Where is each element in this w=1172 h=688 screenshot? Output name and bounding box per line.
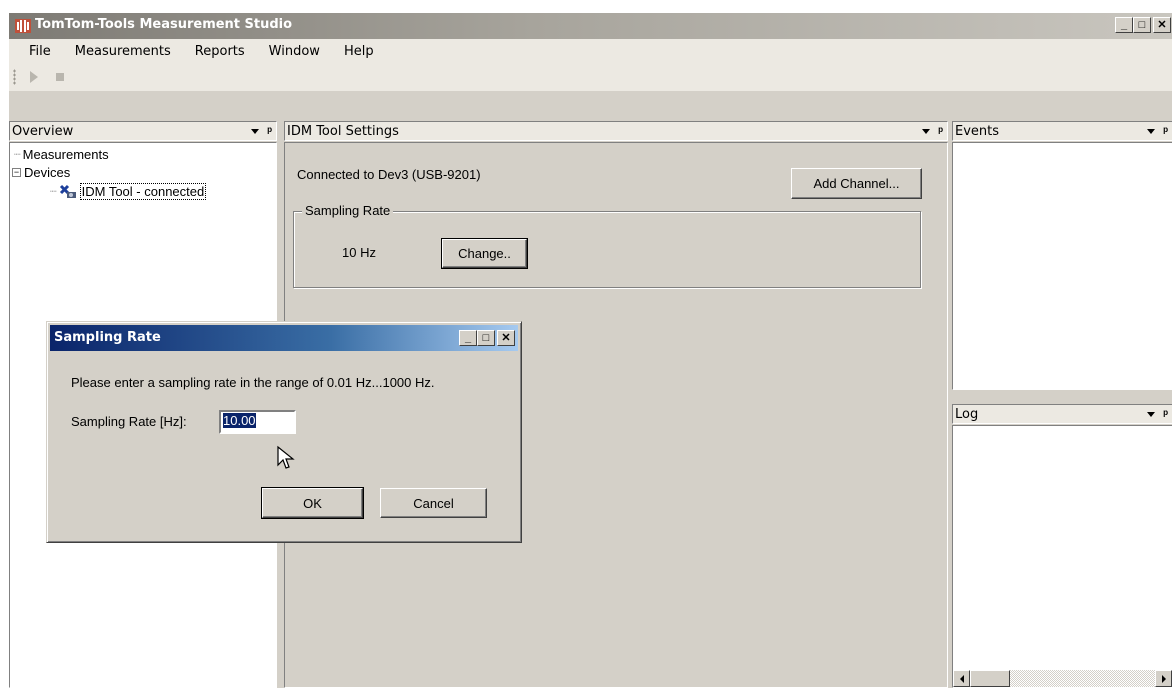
scroll-left-button[interactable]: [953, 670, 970, 687]
maximize-button[interactable]: □: [1133, 17, 1151, 33]
overview-header: Overview ᵖ: [9, 121, 277, 141]
cancel-button[interactable]: Cancel: [380, 488, 487, 518]
rate-value: 10 Hz: [342, 245, 376, 260]
mouse-pointer-icon: [277, 445, 295, 469]
toolbar: [9, 63, 1172, 91]
tree-item-label: IDM Tool - connected: [79, 183, 207, 200]
collapse-icon[interactable]: −: [12, 168, 21, 177]
app-logo-icon: [15, 19, 31, 33]
maximize-icon: □: [1138, 18, 1146, 31]
dialog-window-controls: _ □ ✕: [459, 330, 515, 346]
close-icon: ✕: [1157, 18, 1167, 31]
pin-icon[interactable]: ᵖ: [938, 125, 943, 137]
menu-reports[interactable]: Reports: [183, 44, 257, 59]
dialog-message: Please enter a sampling rate in the rang…: [71, 375, 435, 390]
sampling-rate-dialog: Sampling Rate _ □ ✕ Please enter a sampl…: [46, 321, 522, 543]
change-button[interactable]: Change..: [441, 238, 528, 269]
maximize-icon: □: [482, 331, 490, 344]
dialog-minimize-button[interactable]: _: [459, 330, 477, 346]
tree-item-measurements[interactable]: ┈ Measurements: [14, 147, 109, 162]
play-button[interactable]: [24, 67, 44, 87]
dropdown-icon[interactable]: [251, 128, 260, 134]
add-channel-button[interactable]: Add Channel...: [791, 168, 922, 199]
ok-button[interactable]: OK: [261, 487, 364, 519]
tree-item-devices[interactable]: − Devices: [12, 165, 70, 180]
connection-status: Connected to Dev3 (USB-9201): [297, 167, 481, 182]
arrow-right-icon: [1161, 674, 1166, 683]
tree-item-label: Devices: [24, 165, 71, 180]
settings-title: IDM Tool Settings: [287, 123, 399, 139]
stop-button[interactable]: [50, 67, 70, 87]
events-list: [952, 142, 1172, 390]
minimize-button[interactable]: _: [1115, 17, 1133, 33]
dropdown-icon[interactable]: [1147, 411, 1156, 417]
pin-icon[interactable]: ᵖ: [267, 125, 272, 137]
title-bar[interactable]: TomTom-Tools Measurement Studio _ □ ✕: [9, 13, 1172, 39]
sampling-rate-input[interactable]: 10.00: [219, 410, 296, 434]
events-title: Events: [955, 123, 1000, 139]
dialog-title: Sampling Rate: [54, 330, 161, 345]
scroll-right-button[interactable]: [1155, 670, 1172, 687]
log-header: Log ᵖ: [952, 404, 1172, 424]
scroll-thumb[interactable]: [970, 670, 1010, 687]
window-controls: _ □ ✕: [1115, 17, 1171, 33]
group-label: Sampling Rate: [302, 203, 394, 218]
menu-help[interactable]: Help: [332, 44, 386, 59]
sampling-rate-group: Sampling Rate 10 Hz Change..: [293, 203, 921, 288]
menu-bar: File Measurements Reports Window Help: [9, 39, 1172, 63]
dropdown-icon[interactable]: [922, 128, 931, 134]
minimize-icon: _: [1120, 18, 1128, 31]
menu-window[interactable]: Window: [257, 44, 332, 59]
arrow-left-icon: [959, 674, 964, 683]
pin-icon[interactable]: ᵖ: [1163, 408, 1168, 420]
menu-measurements[interactable]: Measurements: [63, 44, 183, 59]
settings-header: IDM Tool Settings ᵖ: [284, 121, 948, 141]
dialog-title-bar[interactable]: Sampling Rate _ □ ✕: [50, 325, 518, 351]
log-output: [952, 425, 1172, 688]
overview-title: Overview: [12, 123, 74, 139]
pin-icon[interactable]: ᵖ: [1163, 125, 1168, 137]
app-title: TomTom-Tools Measurement Studio: [35, 17, 293, 32]
device-icon: [59, 184, 76, 198]
sampling-rate-value: 10.00: [223, 413, 256, 428]
events-header: Events ᵖ: [952, 121, 1172, 141]
tree-item-idm-tool[interactable]: ┈ IDM Tool - connected: [50, 183, 207, 200]
minimize-icon: _: [464, 331, 472, 344]
dialog-close-button[interactable]: ✕: [497, 330, 515, 346]
stop-icon: [56, 73, 64, 81]
tree-item-label: Measurements: [22, 147, 109, 162]
toolbar-grip[interactable]: [13, 69, 16, 85]
close-icon: ✕: [501, 331, 511, 344]
play-icon: [30, 71, 38, 83]
tree-connector: ┈: [50, 186, 57, 198]
sampling-rate-label: Sampling Rate [Hz]:: [71, 414, 187, 429]
menu-file[interactable]: File: [9, 44, 63, 59]
close-button[interactable]: ✕: [1153, 17, 1171, 33]
log-horizontal-scrollbar[interactable]: [953, 670, 1172, 687]
log-title: Log: [955, 406, 979, 422]
tree-connector: ┈: [14, 149, 21, 161]
dropdown-icon[interactable]: [1147, 128, 1156, 134]
dialog-maximize-button[interactable]: □: [477, 330, 495, 346]
